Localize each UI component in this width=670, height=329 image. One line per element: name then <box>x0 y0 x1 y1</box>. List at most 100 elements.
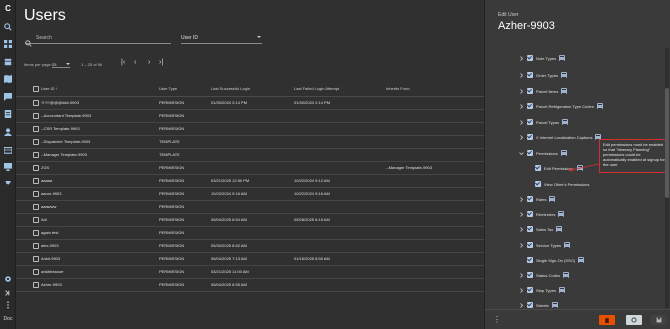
chevron-right-icon[interactable] <box>519 104 524 109</box>
monitor-icon[interactable] <box>4 163 12 171</box>
search-field-select[interactable]: User ID <box>181 32 262 44</box>
chevron-right-icon[interactable] <box>519 73 524 78</box>
table-row[interactable]: aaron-9903 PERMISSION 10/22/2024 9:16 AM 10… <box>16 187 484 201</box>
chevron-right-icon[interactable] <box>519 120 524 125</box>
table-row[interactable]: Azher-9903 PERMISSION 06/04/2025 6:55 AM <box>16 278 484 292</box>
row-checkbox[interactable] <box>33 268 39 275</box>
permission-checkbox[interactable] <box>527 103 533 109</box>
info-icon[interactable] <box>596 103 603 109</box>
row-checkbox[interactable] <box>33 203 39 210</box>
permission-checkbox[interactable] <box>527 272 533 278</box>
table-row[interactable]: alex-9903 PERMISSION 05/30/2025 8:52 AM <box>16 239 484 253</box>
permission-checkbox[interactable] <box>535 181 541 187</box>
permission-checkbox[interactable] <box>527 150 533 156</box>
row-checkbox[interactable] <box>33 255 39 262</box>
table-row[interactable]: aaaaa PERMISSION 03/21/2025 12:00 PM 10/22/… <box>16 174 484 188</box>
first-page-icon[interactable]: |‹ <box>121 59 125 66</box>
row-checkbox[interactable] <box>33 151 39 158</box>
permission-checkbox[interactable] <box>535 165 541 171</box>
row-checkbox[interactable] <box>33 190 39 197</box>
row-checkbox[interactable] <box>33 229 39 236</box>
table-row[interactable]: --Accountant Template-9903 PERMISSION <box>16 109 484 123</box>
expand-rail-icon[interactable] <box>4 289 12 297</box>
prev-page-icon[interactable]: ‹ <box>134 59 136 66</box>
table-row[interactable]: ZGS PERMISSION --Manager Template-9903 <box>16 161 484 175</box>
info-icon[interactable] <box>578 257 585 263</box>
last-page-icon[interactable]: ›| <box>159 59 163 66</box>
table-row[interactable]: ankittestuser PERMISSION 03/21/2025 11:00 … <box>16 265 484 279</box>
chevron-right-icon[interactable] <box>519 89 524 94</box>
permission-checkbox[interactable] <box>527 211 533 217</box>
row-checkbox[interactable] <box>33 138 39 145</box>
app-logo[interactable]: C <box>0 4 16 13</box>
chevron-right-icon[interactable] <box>519 288 524 293</box>
row-checkbox[interactable] <box>33 125 39 132</box>
users-icon[interactable] <box>4 128 12 136</box>
row-checkbox[interactable] <box>33 281 39 288</box>
chevron-down-icon[interactable] <box>519 151 524 156</box>
info-icon[interactable] <box>558 211 565 217</box>
info-icon[interactable] <box>563 272 570 278</box>
scrollbar-thumb[interactable] <box>665 88 669 198</box>
chevron-right-icon[interactable] <box>519 197 524 202</box>
col-header-user-id[interactable]: User ID ↑ <box>39 82 157 97</box>
search-input[interactable] <box>36 32 166 43</box>
chevron-right-icon[interactable] <box>519 227 524 232</box>
permission-checkbox[interactable] <box>527 226 533 232</box>
user-avatar-label[interactable]: Doc <box>0 316 16 322</box>
grid-icon[interactable] <box>4 40 12 48</box>
permission-checkbox[interactable] <box>527 55 533 61</box>
info-icon[interactable] <box>560 72 567 78</box>
row-checkbox[interactable] <box>33 164 39 171</box>
wrench-icon[interactable] <box>4 181 12 189</box>
table-row[interactable]: --Manager Template-9903 TEMPLATE <box>16 148 484 162</box>
permission-checkbox[interactable] <box>527 72 533 78</box>
table-row[interactable]: aaawww PERMISSION <box>16 200 484 214</box>
drawer-scrollbar[interactable] <box>665 48 669 308</box>
info-icon[interactable] <box>564 242 571 248</box>
map-icon[interactable] <box>4 75 12 83</box>
info-icon[interactable] <box>549 196 556 202</box>
table-row[interactable]: --Dispatcher Template-9903 TEMPLATE <box>16 135 484 149</box>
more-vert-icon[interactable]: ⋮ <box>493 315 501 324</box>
row-checkbox[interactable] <box>33 177 39 184</box>
permission-checkbox[interactable] <box>527 302 533 308</box>
col-header-last-failed[interactable]: Last Failed Login Attempt <box>292 82 384 97</box>
permission-checkbox[interactable] <box>527 287 533 293</box>
row-checkbox[interactable] <box>33 99 39 106</box>
info-icon[interactable] <box>551 302 558 308</box>
chat-icon[interactable] <box>4 93 12 101</box>
col-header-inherits[interactable]: Inherits From <box>384 82 484 97</box>
info-icon[interactable] <box>560 150 567 156</box>
info-icon[interactable] <box>558 287 565 293</box>
tray-icon[interactable] <box>4 146 12 154</box>
box-icon[interactable] <box>4 58 12 66</box>
permission-checkbox[interactable] <box>527 242 533 248</box>
chevron-right-icon[interactable] <box>519 273 524 278</box>
search-icon[interactable] <box>4 23 12 31</box>
col-header-user-type[interactable]: User Type <box>157 82 209 97</box>
row-checkbox[interactable] <box>33 112 39 119</box>
next-page-icon[interactable]: › <box>148 59 150 66</box>
select-all-checkbox[interactable] <box>33 85 39 92</box>
table-row[interactable]: Adi PERMISSION 06/04/2025 6:54 AM 05/28/202… <box>16 213 484 227</box>
save-button[interactable] <box>651 315 667 325</box>
search-field[interactable] <box>25 32 171 47</box>
permission-checkbox[interactable] <box>527 257 533 263</box>
info-icon[interactable] <box>556 226 563 232</box>
chevron-right-icon[interactable] <box>519 243 524 248</box>
items-per-page-select[interactable]: 25 <box>52 62 70 68</box>
info-icon[interactable] <box>561 88 568 94</box>
info-icon[interactable] <box>559 55 566 61</box>
permission-checkbox[interactable] <box>527 88 533 94</box>
table-row[interactable]: Ankit-9903 PERMISSION 06/04/2025 7:13 AM 01… <box>16 252 484 266</box>
gear-icon[interactable] <box>4 275 12 283</box>
refresh-button[interactable] <box>626 315 642 325</box>
permission-checkbox[interactable] <box>527 119 533 125</box>
delete-button[interactable] <box>599 315 615 325</box>
row-checkbox[interactable] <box>33 242 39 249</box>
more-vert-icon[interactable] <box>4 301 12 309</box>
row-checkbox[interactable] <box>33 216 39 223</box>
chevron-right-icon[interactable] <box>519 303 524 308</box>
table-row[interactable]: --CSR Template-9903 PERMISSION <box>16 122 484 136</box>
